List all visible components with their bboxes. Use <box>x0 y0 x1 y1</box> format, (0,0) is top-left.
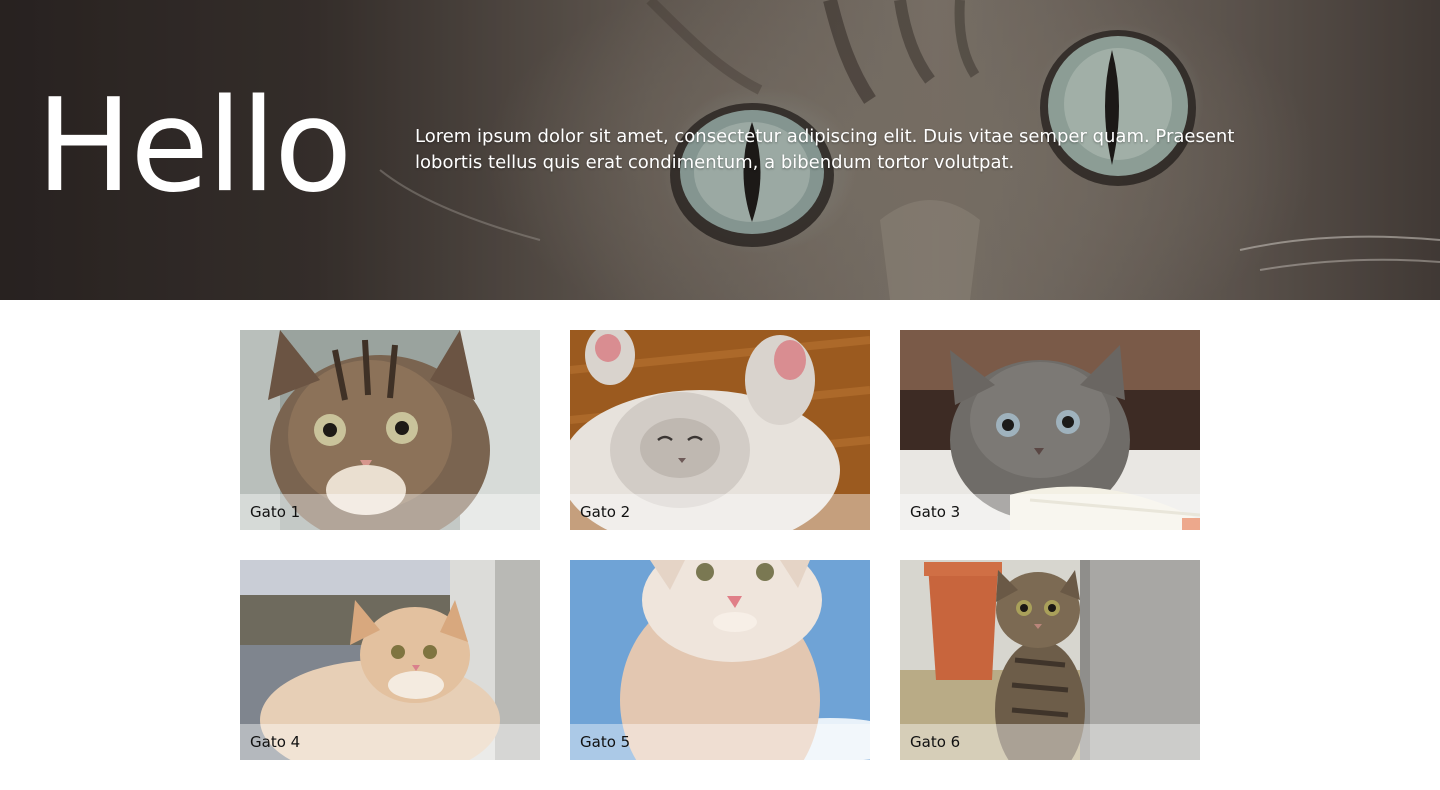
gallery-card-4[interactable]: Gato 4 <box>240 560 540 760</box>
gallery-card-1[interactable]: Gato 1 <box>240 330 540 530</box>
gallery-card-2[interactable]: Gato 2 <box>570 330 870 530</box>
gallery-card-3[interactable]: Gato 3 <box>900 330 1200 530</box>
card-caption: Gato 1 <box>240 494 540 530</box>
card-caption: Gato 4 <box>240 724 540 760</box>
card-caption: Gato 3 <box>900 494 1200 530</box>
card-caption: Gato 6 <box>900 724 1200 760</box>
gallery-card-6[interactable]: Gato 6 <box>900 560 1200 760</box>
hero-title: Hello <box>36 72 352 221</box>
hero-description: Lorem ipsum dolor sit amet, consectetur … <box>415 126 1235 173</box>
gallery-card-5[interactable]: Gato 5 <box>570 560 870 760</box>
card-caption: Gato 5 <box>570 724 870 760</box>
cat-gallery: Gato 1 Gato 2 Gato 3 Gato 4 Gato 5 Gato … <box>240 330 1200 760</box>
card-caption: Gato 2 <box>570 494 870 530</box>
hero-banner: Hello Lorem ipsum dolor sit amet, consec… <box>0 0 1440 300</box>
